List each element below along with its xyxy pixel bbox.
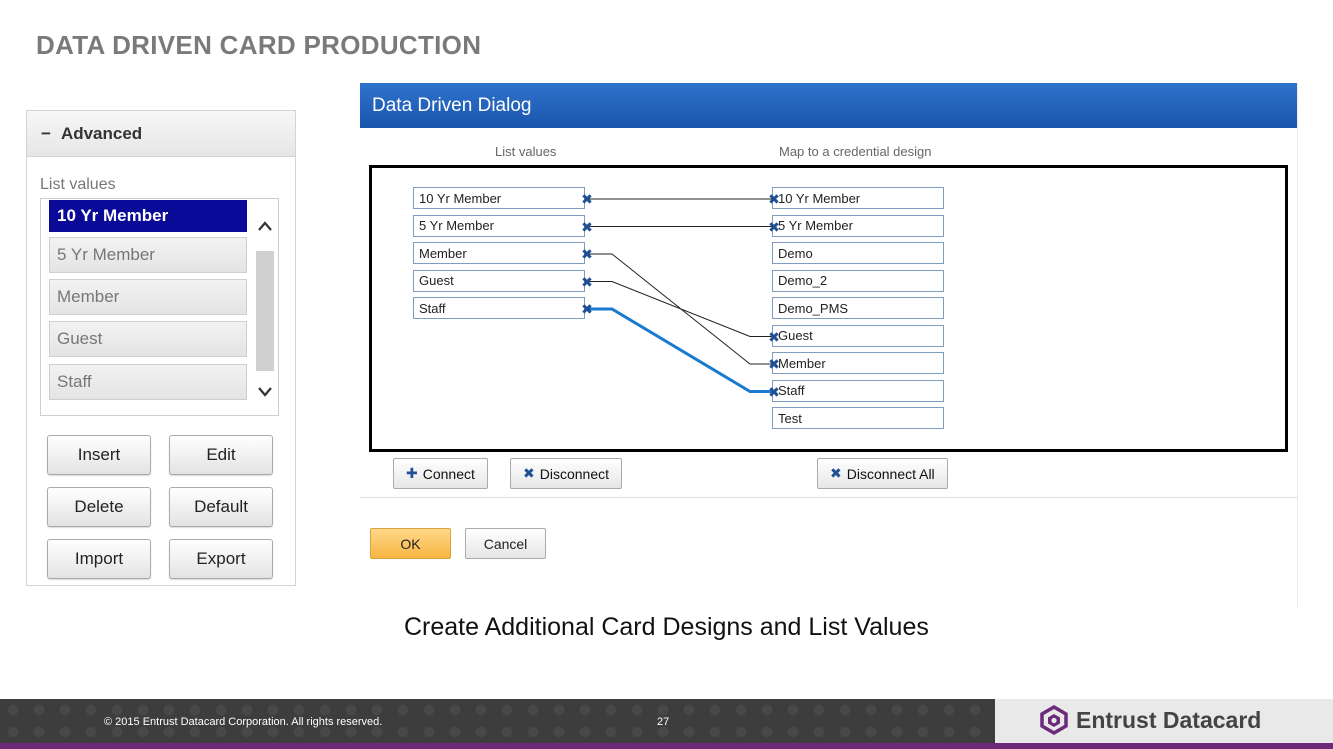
connector-handle-icon[interactable]: ✖	[767, 330, 781, 344]
list-values-label: List values	[40, 176, 116, 193]
connector-handle-icon[interactable]: ✖	[767, 192, 781, 206]
connector-handle-icon[interactable]: ✖	[580, 220, 594, 234]
disconnect-all-icon: ✖	[830, 465, 842, 481]
connector-handle-icon[interactable]: ✖	[580, 247, 594, 261]
list-value-cell[interactable]: Staff	[413, 297, 585, 319]
slide-title: DATA DRIVEN CARD PRODUCTION	[36, 30, 482, 60]
connector-handle-icon[interactable]: ✖	[767, 220, 781, 234]
disconnect-all-label: Disconnect All	[846, 465, 935, 482]
copyright: © 2015 Entrust Datacard Corporation. All…	[104, 716, 383, 728]
design-cell[interactable]: Staff	[772, 379, 944, 402]
design-cell[interactable]: 10 Yr Member	[772, 187, 944, 209]
brand-hexagon-icon	[1040, 705, 1068, 735]
disconnect-button[interactable]: ✖ Disconnect	[510, 458, 622, 489]
connector-handle-icon[interactable]: ✖	[580, 275, 594, 289]
design-cell[interactable]: Member	[772, 352, 944, 374]
cancel-button[interactable]: Cancel	[465, 528, 546, 559]
footer: © 2015 Entrust Datacard Corporation. All…	[0, 699, 1333, 749]
delete-button[interactable]: Delete	[47, 487, 151, 527]
list-item[interactable]: Guest	[49, 321, 247, 357]
design-cell[interactable]: Demo_PMS	[772, 297, 944, 319]
connect-button[interactable]: ✚ Connect	[393, 458, 488, 489]
page-number: 27	[657, 716, 670, 728]
disconnect-label: Disconnect	[539, 465, 609, 482]
mapping-link	[587, 281, 775, 337]
insert-button[interactable]: Insert	[47, 435, 151, 475]
list-item[interactable]: 5 Yr Member	[49, 237, 247, 273]
list-value-cell[interactable]: Guest	[413, 269, 585, 292]
list-values-listbox[interactable]: 10 Yr Member 5 Yr Member Member Guest St…	[40, 198, 279, 416]
list-value-cell[interactable]: 10 Yr Member	[413, 187, 585, 209]
mapping-link	[587, 307, 775, 393]
map-column-header: Map to a credential design	[779, 144, 932, 159]
connector-handle-icon[interactable]: ✖	[580, 302, 594, 316]
advanced-panel: − Advanced List values 10 Yr Member 5 Yr…	[26, 110, 296, 586]
design-cell[interactable]: Test	[772, 407, 944, 429]
advanced-header-label: Advanced	[60, 123, 143, 143]
connector-handle-icon[interactable]: ✖	[767, 385, 781, 399]
list-item[interactable]: 10 Yr Member	[49, 200, 247, 232]
brand-logo: Entrust Datacard	[1040, 705, 1261, 735]
list-scrollbar[interactable]	[255, 211, 275, 409]
disconnect-all-button[interactable]: ✖ Disconnect All	[817, 458, 948, 489]
design-cell[interactable]: Demo	[772, 242, 944, 264]
edit-button[interactable]: Edit	[169, 435, 273, 475]
scroll-down-icon[interactable]	[255, 381, 275, 405]
import-button[interactable]: Import	[47, 539, 151, 579]
dialog-title: Data Driven Dialog	[360, 83, 1297, 128]
design-cell[interactable]: 5 Yr Member	[772, 214, 944, 237]
dialog-divider	[360, 497, 1298, 498]
brand-name: Entrust Datacard	[1076, 706, 1262, 733]
scroll-up-icon[interactable]	[255, 215, 275, 239]
list-values-column-header: List values	[495, 144, 557, 159]
footer-accent-bar	[0, 743, 1333, 749]
collapse-icon[interactable]: −	[41, 124, 51, 144]
connector-handle-icon[interactable]: ✖	[767, 357, 781, 371]
mapping-area[interactable]: 10 Yr Member ✖ 5 Yr Member ✖ Member ✖ Guest ✖ St…	[369, 165, 1288, 452]
disconnect-icon: ✖	[523, 465, 535, 481]
connect-icon: ✚	[406, 465, 418, 481]
design-cell[interactable]: Demo_2	[772, 269, 944, 292]
list-value-cell[interactable]: Member	[413, 242, 585, 264]
ok-button[interactable]: OK	[370, 528, 451, 559]
data-driven-dialog: Data Driven Dialog List values Map to a …	[360, 83, 1298, 607]
advanced-header[interactable]: − Advanced	[27, 111, 295, 157]
design-cell[interactable]: Guest	[772, 324, 944, 347]
slide-caption: Create Additional Card Designs and List …	[404, 613, 929, 641]
list-item[interactable]: Member	[49, 279, 247, 315]
connector-handle-icon[interactable]: ✖	[580, 192, 594, 206]
default-button[interactable]: Default	[169, 487, 273, 527]
connect-label: Connect	[422, 465, 475, 482]
list-value-cell[interactable]: 5 Yr Member	[413, 214, 585, 237]
export-button[interactable]: Export	[169, 539, 273, 579]
list-item[interactable]: Staff	[49, 364, 247, 400]
scroll-thumb[interactable]	[256, 251, 274, 371]
